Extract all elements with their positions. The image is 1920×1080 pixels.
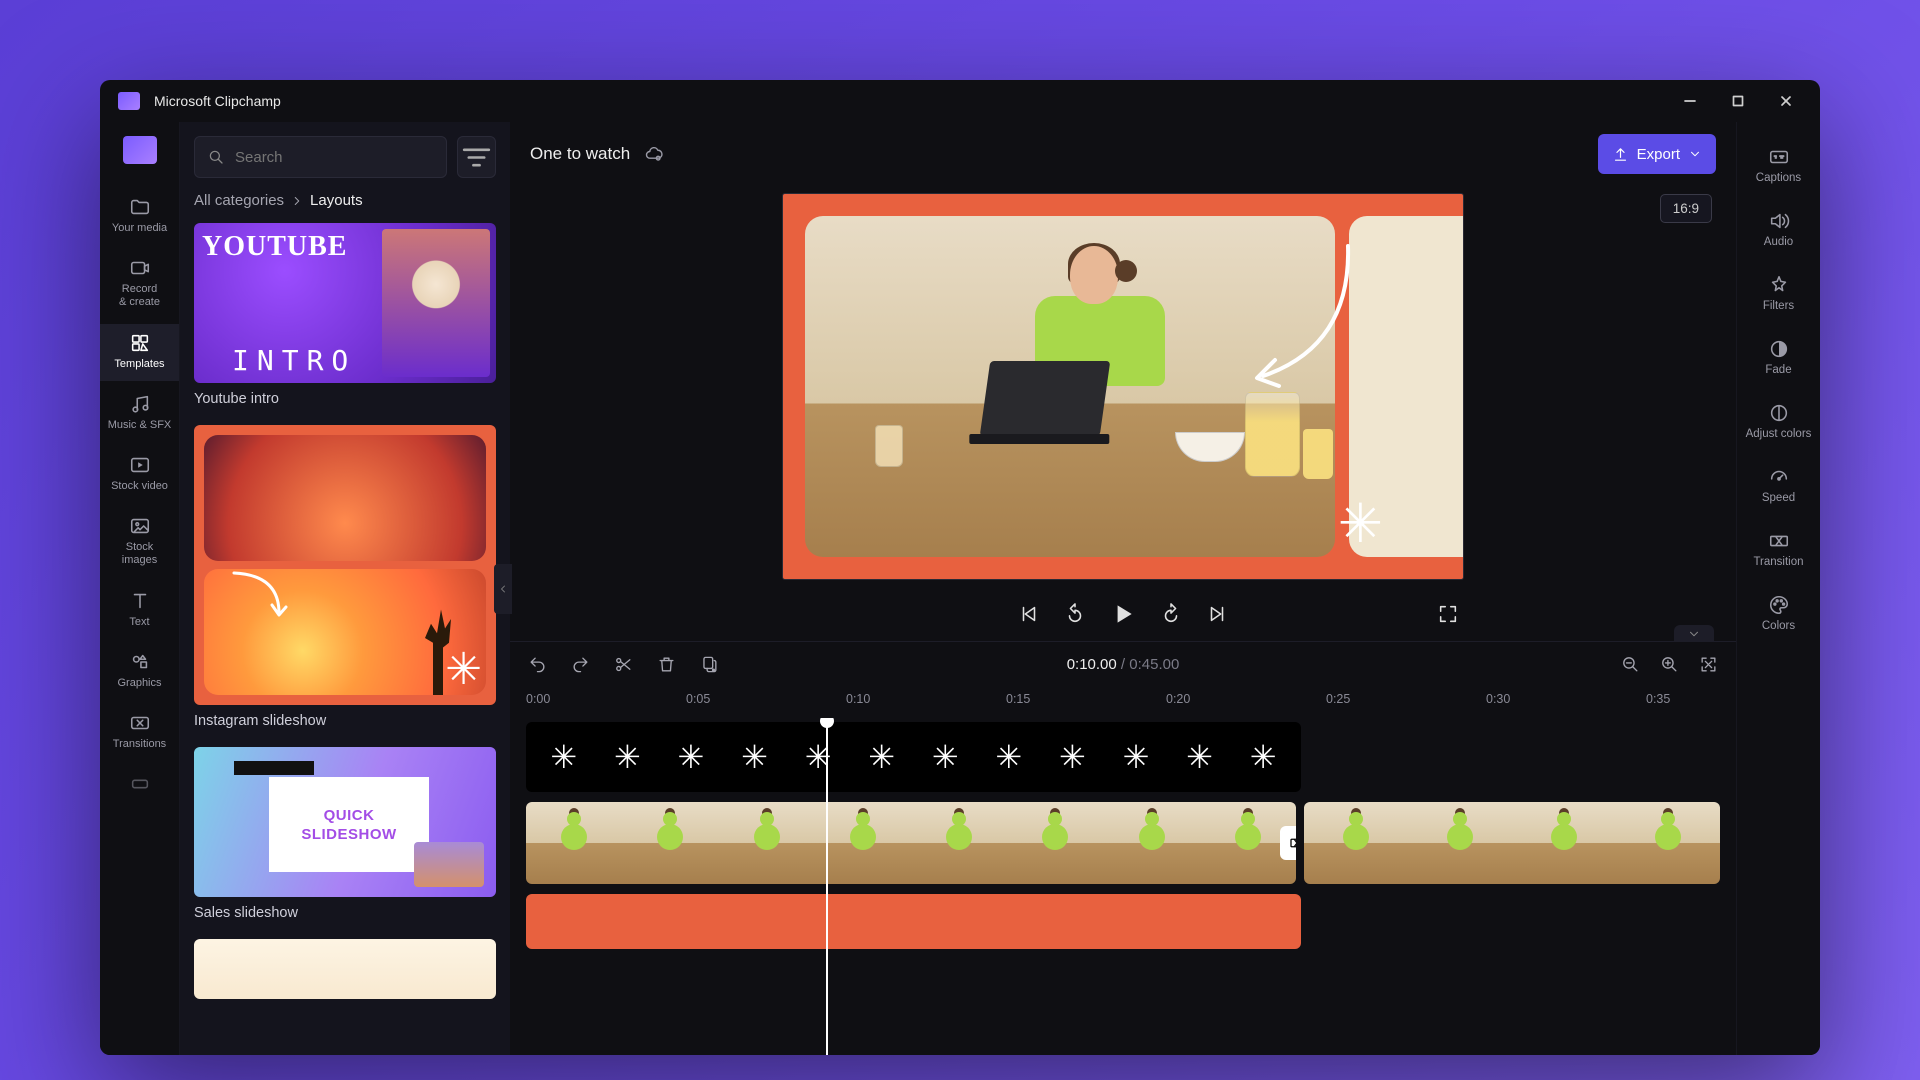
redo-button[interactable] xyxy=(571,655,590,674)
search-input[interactable] xyxy=(235,149,434,166)
project-title[interactable]: One to watch xyxy=(530,144,630,164)
transition-badge[interactable] xyxy=(1280,826,1296,860)
prop-captions[interactable]: Captions xyxy=(1737,136,1820,196)
prop-transition[interactable]: Transition xyxy=(1737,520,1820,580)
arrow-overlay-icon xyxy=(1243,236,1363,406)
nav-your-media[interactable]: Your media xyxy=(100,188,179,245)
zoom-out-button[interactable] xyxy=(1621,655,1640,674)
breadcrumb-root[interactable]: All categories xyxy=(194,192,284,209)
prop-audio[interactable]: Audio xyxy=(1737,200,1820,260)
track-effects[interactable]: ✳✳✳✳✳✳✳✳✳✳✳✳ xyxy=(526,722,1301,792)
delete-button[interactable] xyxy=(657,655,676,674)
skip-end-button[interactable] xyxy=(1206,603,1228,625)
filter-icon xyxy=(458,139,495,176)
chevron-left-icon xyxy=(497,583,509,595)
template-card-extra[interactable] xyxy=(194,939,496,999)
prop-colors[interactable]: Colors xyxy=(1737,584,1820,644)
properties-rail: Captions Audio Filters Fade Adjust color… xyxy=(1736,122,1820,1055)
search-icon xyxy=(207,148,225,166)
brand-logo-icon[interactable] xyxy=(123,136,157,164)
nav-text[interactable]: Text xyxy=(100,582,179,639)
export-button[interactable]: Export xyxy=(1598,134,1716,174)
timeline-toolbar: 0:10.00 / 0:45.00 xyxy=(510,642,1736,686)
track-audio[interactable] xyxy=(526,894,1301,949)
breadcrumb: All categories Layouts xyxy=(180,188,510,223)
undo-button[interactable] xyxy=(528,655,547,674)
search-input-wrap[interactable] xyxy=(194,136,447,178)
template-card-sales[interactable]: QUICK SLIDESHOW Sales slideshow xyxy=(194,747,496,921)
timeline-time-display: 0:10.00 / 0:45.00 xyxy=(1067,656,1180,673)
forward-button[interactable] xyxy=(1160,603,1182,625)
window-minimize-button[interactable] xyxy=(1666,85,1714,117)
preview-area: 16:9 ✳ xyxy=(510,186,1736,641)
timeline: 0:10.00 / 0:45.00 0:00 0:05 0:10 0:15 0:… xyxy=(510,641,1736,1055)
app-logo-icon xyxy=(118,92,140,110)
prop-adjust-colors[interactable]: Adjust colors xyxy=(1737,392,1820,452)
main-area: One to watch Export 16:9 xyxy=(510,122,1736,1055)
prop-speed[interactable]: Speed xyxy=(1737,456,1820,516)
nav-templates[interactable]: Templates xyxy=(100,324,179,381)
video-clip-1[interactable] xyxy=(526,802,1296,884)
top-bar: One to watch Export xyxy=(510,122,1736,186)
template-label: Instagram slideshow xyxy=(194,713,496,729)
chevron-right-icon xyxy=(290,194,304,208)
nav-record-create[interactable]: Record & create xyxy=(100,249,179,319)
template-thumb: QUICK SLIDESHOW xyxy=(194,747,496,897)
prop-filters[interactable]: Filters xyxy=(1737,264,1820,324)
zoom-fit-button[interactable] xyxy=(1699,655,1718,674)
play-button[interactable] xyxy=(1110,601,1136,627)
sparkle-overlay-icon: ✳ xyxy=(1338,492,1383,555)
prop-fade[interactable]: Fade xyxy=(1737,328,1820,388)
app-title: Microsoft Clipchamp xyxy=(154,93,281,109)
split-button[interactable] xyxy=(614,655,633,674)
rewind-button[interactable] xyxy=(1064,603,1086,625)
nav-stock-images[interactable]: Stock images xyxy=(100,507,179,577)
nav-more[interactable] xyxy=(100,765,179,805)
timeline-ruler[interactable]: 0:00 0:05 0:10 0:15 0:20 0:25 0:30 0:35 xyxy=(526,686,1720,718)
upload-icon xyxy=(1612,146,1629,163)
skip-start-button[interactable] xyxy=(1018,603,1040,625)
template-label: Youtube intro xyxy=(194,391,496,407)
nav-transitions[interactable]: Transitions xyxy=(100,704,179,761)
video-clip-2[interactable] xyxy=(1304,802,1720,884)
left-nav-rail: Your media Record & create Templates Mus… xyxy=(100,122,180,1055)
breadcrumb-current: Layouts xyxy=(310,192,363,209)
template-thumb: ✳ xyxy=(194,425,496,705)
chevron-down-icon xyxy=(1688,147,1702,161)
template-card-instagram[interactable]: ✳ Instagram slideshow xyxy=(194,425,496,729)
playhead[interactable] xyxy=(826,718,828,1055)
duplicate-button[interactable] xyxy=(700,655,719,674)
fullscreen-button[interactable] xyxy=(1437,603,1459,625)
preview-canvas[interactable]: ✳ xyxy=(783,194,1463,579)
templates-panel: All categories Layouts YOUTUBE INTRO You… xyxy=(180,122,510,1055)
cloud-sync-icon[interactable] xyxy=(644,144,664,164)
timeline-expand-button[interactable] xyxy=(1674,625,1714,642)
app-window: Microsoft Clipchamp Your media Record & … xyxy=(100,80,1820,1055)
template-thumb xyxy=(194,939,496,999)
titlebar: Microsoft Clipchamp xyxy=(100,80,1820,122)
template-card-youtube[interactable]: YOUTUBE INTRO Youtube intro xyxy=(194,223,496,407)
track-video[interactable] xyxy=(526,802,1720,884)
filter-button[interactable] xyxy=(457,136,496,178)
nav-graphics[interactable]: Graphics xyxy=(100,643,179,700)
zoom-in-button[interactable] xyxy=(1660,655,1679,674)
timeline-tracks[interactable]: ✳✳✳✳✳✳✳✳✳✳✳✳ xyxy=(510,718,1736,1055)
sparkle-icon: ✳ xyxy=(445,644,482,695)
template-label: Sales slideshow xyxy=(194,905,496,921)
nav-stock-video[interactable]: Stock video xyxy=(100,446,179,503)
aspect-ratio-badge[interactable]: 16:9 xyxy=(1660,194,1712,223)
nav-music-sfx[interactable]: Music & SFX xyxy=(100,385,179,442)
template-thumb: YOUTUBE INTRO xyxy=(194,223,496,383)
window-maximize-button[interactable] xyxy=(1714,85,1762,117)
arrow-icon xyxy=(224,565,294,625)
window-close-button[interactable] xyxy=(1762,85,1810,117)
playback-controls xyxy=(783,579,1463,641)
